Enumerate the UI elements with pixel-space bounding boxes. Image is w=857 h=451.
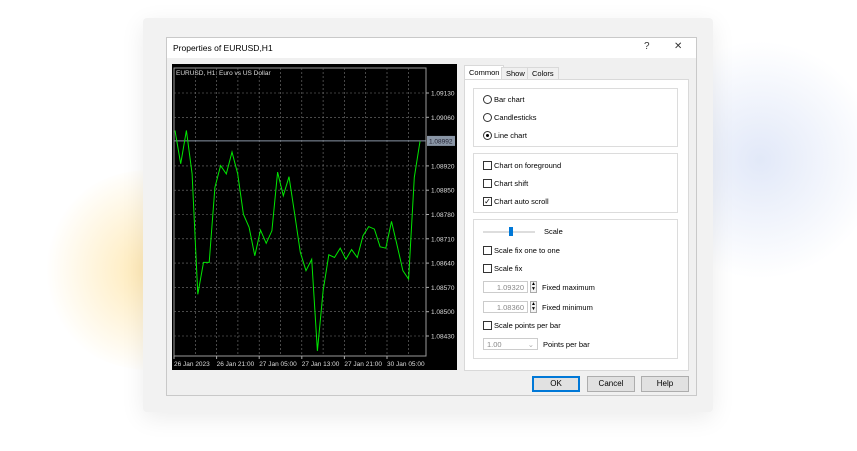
- dialog-title: Properties of EURUSD,H1: [173, 43, 273, 53]
- scale-group: Scale Scale fix one to one Scale fix 1.0…: [473, 219, 678, 359]
- x-tick-label: 30 Jan 05:00: [387, 361, 425, 368]
- y-tick-label: 1.08850: [431, 188, 455, 195]
- points-per-bar-select[interactable]: 1.00 ⌄: [483, 338, 538, 350]
- radio-icon[interactable]: [483, 131, 492, 140]
- chevron-down-icon: ⌄: [527, 340, 534, 349]
- x-tick-label: 27 Jan 21:00: [344, 361, 382, 368]
- y-tick-label: 1.08500: [431, 309, 455, 316]
- x-tick-label: 26 Jan 21:00: [217, 361, 255, 368]
- y-tick-label: 1.08710: [431, 236, 455, 243]
- fixed-min-row: 1.08360 ▲ ▼ Fixed minimum: [483, 301, 593, 313]
- options-group: Chart on foreground Chart shift ✓ Chart a…: [473, 153, 678, 213]
- spinner-arrows-icon[interactable]: ▲ ▼: [530, 281, 537, 293]
- checkbox-chart-foreground[interactable]: Chart on foreground: [483, 161, 561, 170]
- fixed-max-row: 1.09320 ▲ ▼ Fixed maximum: [483, 281, 595, 293]
- checkbox-scale-fix-one[interactable]: Scale fix one to one: [483, 246, 560, 255]
- close-icon[interactable]: ✕: [674, 41, 682, 52]
- fixed-max-input[interactable]: 1.09320: [483, 281, 528, 293]
- plot-frame: [173, 67, 427, 357]
- checkbox-scale-fix[interactable]: Scale fix: [483, 264, 522, 273]
- x-tick-label: 27 Jan 13:00: [302, 361, 340, 368]
- checkbox-icon[interactable]: [483, 264, 492, 273]
- checkbox-chart-auto-scroll[interactable]: ✓ Chart auto scroll: [483, 197, 549, 206]
- points-per-bar-row: 1.00 ⌄ Points per bar: [483, 338, 590, 350]
- properties-dialog: Properties of EURUSD,H1 ? ✕ 1.09130 1.090…: [166, 37, 697, 396]
- common-panel: Bar chart Candlesticks Line chart Chart …: [464, 79, 689, 371]
- x-tick-label: 27 Jan 05:00: [259, 361, 297, 368]
- cancel-button[interactable]: Cancel: [587, 376, 635, 392]
- radio-line-chart[interactable]: Line chart: [483, 131, 527, 140]
- slider-thumb[interactable]: [509, 227, 514, 236]
- radio-icon[interactable]: [483, 95, 492, 104]
- help-button[interactable]: Help: [641, 376, 689, 392]
- checkbox-scale-points[interactable]: Scale points per bar: [483, 321, 561, 330]
- y-tick-label: 1.08570: [431, 285, 455, 292]
- tab-common[interactable]: Common: [464, 65, 505, 80]
- y-tick-label: 1.08430: [431, 334, 455, 341]
- y-tick-label: 1.08780: [431, 212, 455, 219]
- y-tick-label: 1.09130: [431, 91, 455, 98]
- title-bar: Properties of EURUSD,H1 ? ✕: [167, 38, 696, 58]
- chart-title: EURUSD, H1: Euro vs US Dollar: [176, 70, 271, 77]
- y-tick-label: 1.09060: [431, 115, 455, 122]
- chart-preview: 1.09130 1.09060 1.08920 1.08850 1.08780 1.087…: [172, 64, 457, 370]
- checkbox-icon[interactable]: [483, 161, 492, 170]
- spinner-arrows-icon[interactable]: ▲ ▼: [530, 301, 537, 313]
- radio-candlesticks[interactable]: Candlesticks: [483, 113, 537, 122]
- chart-svg: 1.09130 1.09060 1.08920 1.08850 1.08780 1.087…: [173, 67, 455, 368]
- chart-type-group: Bar chart Candlesticks Line chart: [473, 88, 678, 147]
- y-tick-label: 1.08640: [431, 261, 455, 268]
- checkbox-icon[interactable]: [483, 179, 492, 188]
- scale-slider[interactable]: [483, 227, 535, 236]
- checkbox-icon[interactable]: [483, 321, 492, 330]
- checkmark-icon[interactable]: ✓: [483, 197, 492, 206]
- current-price-label: 1.08992: [429, 138, 453, 145]
- checkbox-chart-shift[interactable]: Chart shift: [483, 179, 528, 188]
- checkbox-icon[interactable]: [483, 246, 492, 255]
- scale-row: Scale: [483, 227, 563, 236]
- y-tick-label: 1.08920: [431, 163, 455, 170]
- x-tick-label: 26 Jan 2023: [174, 361, 210, 368]
- radio-icon[interactable]: [483, 113, 492, 122]
- price-line: [174, 130, 421, 351]
- ok-button[interactable]: OK: [532, 376, 580, 392]
- help-icon[interactable]: ?: [644, 41, 650, 52]
- radio-bar-chart[interactable]: Bar chart: [483, 95, 524, 104]
- fixed-min-input[interactable]: 1.08360: [483, 301, 528, 313]
